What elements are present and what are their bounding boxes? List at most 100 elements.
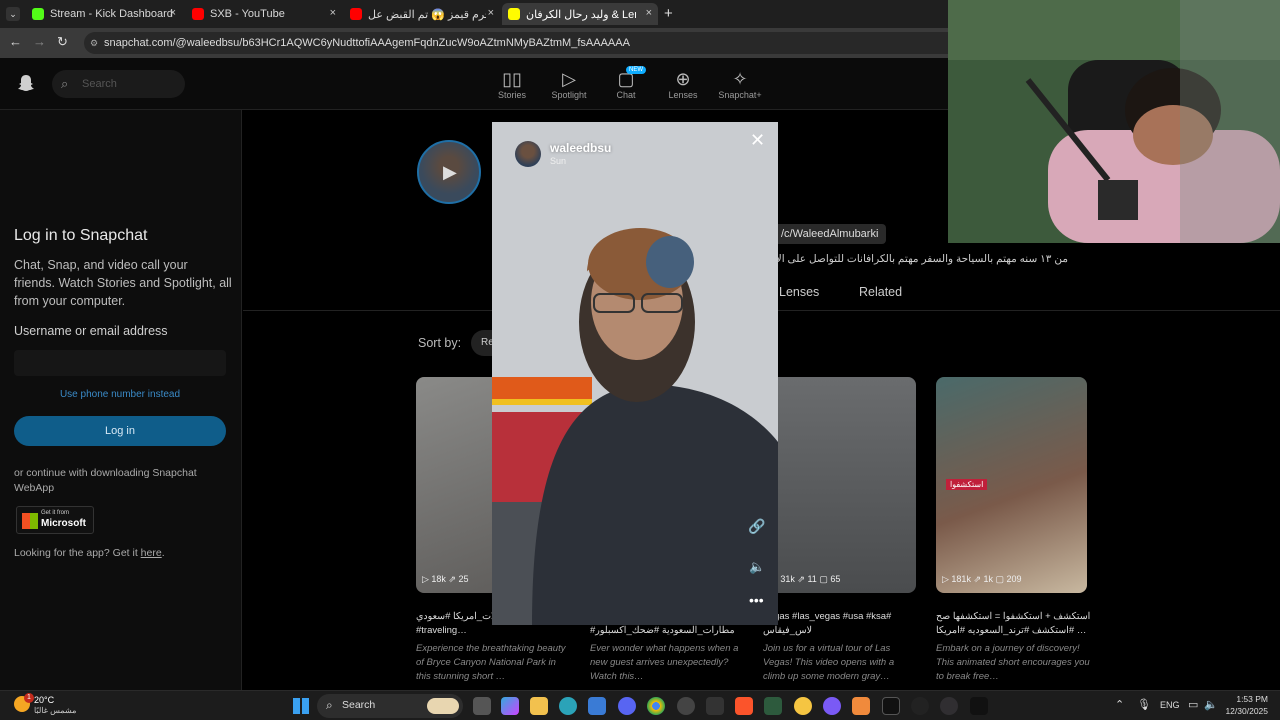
ms-get-text: Get it from (41, 510, 70, 516)
login-title: Log in to Snapchat (14, 227, 148, 244)
discord-icon[interactable] (618, 697, 636, 715)
close-icon[interactable]: ✕ (750, 130, 765, 151)
card-title[interactable]: #مطارات_السعودية #ضحك_اكسبلور (590, 624, 745, 638)
tab-label: SXB - YouTube (210, 8, 285, 20)
taskbar-search[interactable]: ⌕ Search (317, 694, 463, 718)
task-view-icon[interactable] (473, 697, 491, 715)
search-input[interactable]: ⌕ Search (52, 70, 185, 98)
language-indicator[interactable]: ENG (1160, 700, 1180, 710)
app-icon[interactable] (852, 697, 870, 715)
volume-icon[interactable]: 🔈 (749, 559, 765, 575)
webcam-overlay (948, 0, 1280, 243)
app-icon[interactable] (911, 697, 929, 715)
search-icon: ⌕ (61, 76, 69, 91)
weather-temp: 20°C (34, 695, 55, 705)
chrome-icon[interactable] (647, 697, 665, 715)
clock-date[interactable]: 12/30/2025 (1214, 706, 1268, 716)
video-card[interactable]: استكشفوا ▷ 181k ⇗ 1k ▢ 209 (936, 377, 1087, 593)
nav-chat[interactable]: ▢ Chat NEW (596, 66, 656, 100)
app-icon[interactable] (823, 697, 841, 715)
emoji-app-icon[interactable] (794, 697, 812, 715)
browser-tab[interactable]: نهاية مجرم قيمز 😱 تم القبض عل × (344, 3, 500, 25)
close-tab-icon[interactable]: × (330, 7, 336, 19)
copilot-icon[interactable] (501, 697, 519, 715)
card-title[interactable]: Vegas #las_vegas #usa #ksa# لاس_فيقاس (763, 610, 918, 638)
sort-label: Sort by: (418, 336, 462, 350)
store-icon[interactable] (588, 697, 606, 715)
address-bar[interactable]: ⚙ snapchat.com/@waleedbsu/b63HCr1AQWC6yN… (84, 32, 964, 54)
microsoft-store-badge[interactable]: Get it from Microsoft (16, 506, 94, 534)
username-label: Username or email address (14, 324, 168, 338)
close-tab-icon[interactable]: × (646, 7, 652, 19)
kick-favicon-icon (32, 8, 44, 20)
app-icon[interactable] (706, 697, 724, 715)
nav-label: Lenses (668, 90, 698, 100)
card-description: Embark on a journey of discovery! This a… (936, 643, 1090, 682)
get-app-link[interactable]: here (141, 547, 162, 559)
get-app-text: Looking for the app? Get it (14, 547, 138, 559)
nav-label: Chat (616, 90, 636, 100)
story-date: Sun (550, 156, 567, 166)
webcam-image (948, 0, 1280, 243)
get-app-row: Looking for the app? Get it here. (14, 547, 165, 559)
terminal-icon[interactable] (764, 697, 782, 715)
play-icon: ▶ (443, 162, 457, 182)
nav-snapchat-plus[interactable]: ✧ Snapchat+ (710, 68, 770, 100)
username-field[interactable] (14, 350, 226, 376)
close-tab-icon[interactable]: × (488, 7, 494, 19)
more-options-icon[interactable]: ••• (749, 592, 764, 608)
app-icon[interactable] (677, 697, 695, 715)
login-button[interactable]: Log in (14, 416, 226, 446)
new-tab-button[interactable]: + (664, 5, 673, 22)
file-explorer-icon[interactable] (530, 697, 548, 715)
tab-lenses[interactable]: Lenses (779, 285, 819, 299)
close-tab-icon[interactable]: × (170, 7, 176, 19)
profile-bio: من ١٣ سنه مهتم بالسياحة والسفر مهتم بالك… (742, 253, 1068, 265)
tiktok-icon[interactable] (882, 697, 900, 715)
card-stats: ▷ 181k ⇗ 1k ▢ 209 (942, 574, 1022, 584)
weather-badge: 1 (24, 693, 34, 703)
nav-spotlight[interactable]: ▷ Spotlight (539, 68, 599, 100)
use-phone-link[interactable]: Use phone number instead (14, 389, 226, 400)
browser-tab[interactable]: SXB - YouTube × (186, 3, 342, 25)
microphone-icon[interactable]: 🎙 (1137, 698, 1151, 711)
stories-icon: ▯▯ (502, 69, 522, 89)
forward-icon[interactable]: → (33, 34, 46, 49)
tray-overflow-icon[interactable]: ⌃ (1115, 698, 1124, 711)
link-icon[interactable]: 🔗 (748, 518, 765, 535)
story-avatar[interactable] (515, 141, 541, 167)
youtube-link[interactable]: /c/WaleedAlmubarki (773, 224, 887, 244)
nav-label: Stories (497, 90, 526, 100)
network-icon[interactable]: ▭ (1188, 698, 1198, 711)
obs-icon[interactable] (940, 697, 958, 715)
video-card[interactable]: ▷ 31k ⇗ 11 ▢ 65 (765, 377, 916, 593)
nav-lenses[interactable]: ⊕ Lenses (653, 68, 713, 100)
clock-time[interactable]: 1:53 PM (1226, 694, 1268, 704)
story-username[interactable]: waleedbsu (550, 141, 611, 155)
tab-list-dropdown-icon[interactable]: ⌄ (6, 7, 20, 21)
card-tag: استكشفوا (946, 479, 988, 490)
capcut-icon[interactable] (970, 697, 988, 715)
nav-label: Spotlight (551, 90, 587, 100)
url-text: snapchat.com/@waleedbsu/b63HCr1AQWC6yNud… (104, 37, 630, 49)
login-subtitle: Chat, Snap, and video call your friends.… (14, 258, 232, 308)
nav-stories[interactable]: ▯▯ Stories (482, 68, 542, 100)
edge-icon[interactable] (559, 697, 577, 715)
site-info-icon[interactable]: ⚙ (90, 32, 98, 54)
back-icon[interactable]: ← (9, 34, 22, 49)
brave-icon[interactable] (735, 697, 753, 715)
profile-avatar[interactable]: ▶ (417, 140, 481, 204)
story-viewer[interactable]: waleedbsu Sun ✕ 🔗 🔈 ••• (492, 122, 778, 625)
snapchat-plus-icon: ✧ (732, 69, 748, 89)
youtube-favicon-icon (192, 8, 204, 20)
tab-related[interactable]: Related (859, 285, 902, 299)
weather-widget[interactable]: 1 20°C مشمس غالبًا (12, 693, 102, 719)
taskbar-search-label: Search (342, 699, 376, 711)
reload-icon[interactable]: ↻ (57, 34, 68, 50)
microsoft-logo-icon (22, 513, 38, 529)
browser-tab-active[interactable]: وليد رحال الكرفان & Lenses × (502, 3, 658, 25)
snapchat-ghost-logo-icon[interactable] (17, 74, 35, 92)
card-title[interactable]: استكشف + استكشفوا = استكشفها صح #استكشف … (936, 610, 1091, 638)
start-windows-icon[interactable] (293, 698, 309, 714)
browser-tab[interactable]: Stream - Kick Dashboard × (26, 3, 182, 25)
